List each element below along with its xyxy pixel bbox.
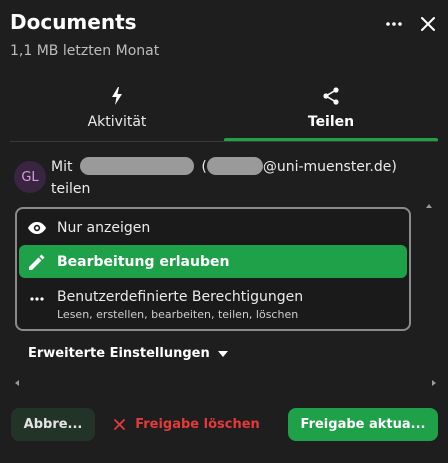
more-horizontal-icon (23, 297, 51, 301)
permission-view-label: Nur anzeigen (57, 220, 151, 236)
tab-divider (10, 141, 438, 142)
advanced-settings-label: Erweiterte Einstellungen (28, 346, 210, 361)
more-actions-button[interactable] (380, 10, 408, 38)
share-suffix: teilen (51, 181, 91, 197)
close-button[interactable] (414, 10, 442, 38)
chevron-down-icon (217, 350, 228, 357)
close-icon (114, 419, 126, 430)
share-paren: ( (201, 159, 207, 175)
pencil-icon (23, 254, 51, 270)
permission-option-view-only[interactable]: Nur anzeigen (19, 213, 407, 243)
more-horizontal-icon (386, 22, 402, 26)
page-subtitle: 1,1 MB letzten Monat (10, 43, 160, 59)
scroll-right-arrow[interactable] (432, 380, 436, 386)
cancel-button[interactable]: Abbre... (11, 408, 95, 441)
delete-share-button[interactable]: Freigabe löschen (104, 408, 270, 441)
advanced-settings-toggle[interactable]: Erweiterte Einstellungen (28, 346, 228, 361)
redacted-name (79, 157, 194, 175)
share-email-domain: @uni-muenster.de) (262, 159, 397, 175)
eye-icon (23, 222, 51, 234)
permission-custom-text: Benutzerdefinierte Berechtigungen Lesen,… (57, 289, 303, 321)
update-share-button[interactable]: Freigabe aktua... (288, 408, 438, 441)
lightning-icon (111, 85, 123, 107)
permissions-dropdown: Nur anzeigen Bearbeitung erlauben Benutz (15, 207, 411, 331)
tab-sharing-label: Teilen (307, 114, 355, 130)
tab-bar: Aktivität Teilen (10, 82, 438, 142)
sidebar-header: Documents 1,1 MB letzten Monat (10, 8, 438, 68)
permission-option-custom[interactable]: Benutzerdefinierte Berechtigungen Lesen,… (19, 283, 407, 329)
permission-edit-label: Bearbeitung erlauben (57, 253, 230, 270)
delete-share-label: Freigabe löschen (135, 417, 260, 432)
avatar: GL (14, 161, 46, 193)
share-recipient-text: Mit ( @uni-muenster.de) teilen (51, 156, 431, 200)
tab-sharing[interactable]: Teilen (224, 82, 438, 142)
tab-activity-label: Aktivität (87, 114, 147, 130)
close-icon (421, 17, 435, 31)
redacted-email-user (206, 157, 263, 175)
permission-custom-label: Benutzerdefinierte Berechtigungen (57, 289, 304, 305)
share-icon (323, 85, 339, 107)
sharing-sidebar: Documents 1,1 MB letzten Monat Aktivität (0, 0, 448, 463)
tab-activity[interactable]: Aktivität (10, 82, 224, 142)
permission-custom-sub: Lesen, erstellen, bearbeiten, teilen, lö… (57, 308, 299, 321)
scroll-up-arrow[interactable] (426, 204, 432, 208)
page-title: Documents (10, 10, 137, 34)
permission-option-allow-edit[interactable]: Bearbeitung erlauben (19, 245, 407, 278)
scroll-left-arrow[interactable] (15, 380, 19, 386)
share-prefix: Mit (51, 159, 73, 175)
